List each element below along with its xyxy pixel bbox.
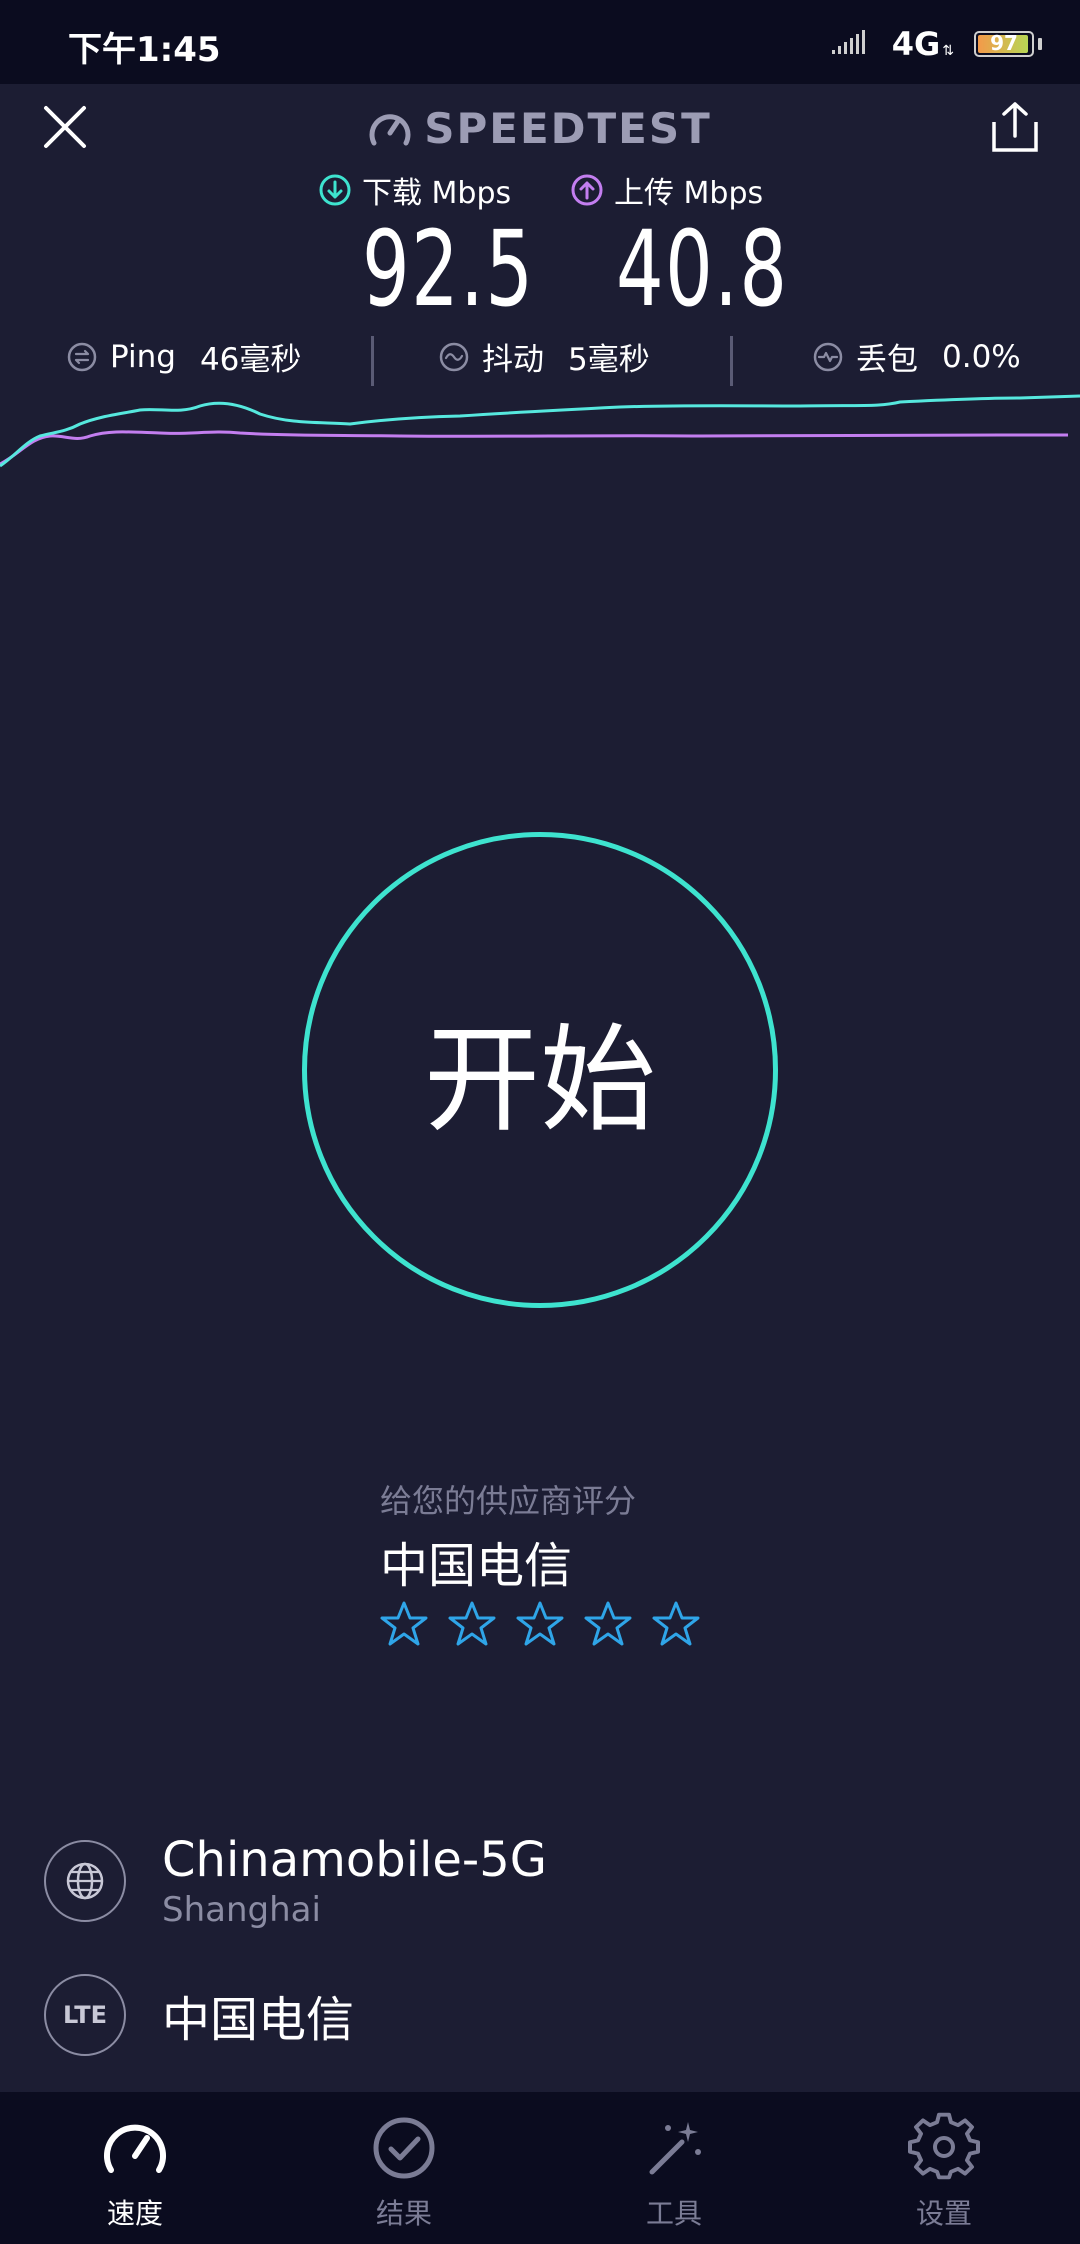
star-icon[interactable] [448, 1600, 496, 1648]
ping-icon [67, 342, 97, 371]
star-icon[interactable] [380, 1600, 428, 1648]
rating-stars [380, 1600, 780, 1648]
tab-speed[interactable]: 速度 [35, 2112, 235, 2232]
packet-loss-stat: 丢包 0.0% [812, 334, 1021, 379]
upload-graph-line [0, 430, 1068, 466]
star-icon[interactable] [584, 1600, 632, 1648]
stat-divider [371, 336, 374, 386]
check-circle-icon [373, 2117, 435, 2179]
upload-label: 上传 Mbps [570, 168, 763, 212]
upload-value: 40.8 [616, 208, 789, 330]
carrier-row[interactable]: LTE 中国电信 [44, 1974, 354, 2056]
tab-tools[interactable]: 工具 [574, 2112, 774, 2232]
battery-cap [1038, 38, 1042, 50]
tab-label: 速度 [106, 2197, 163, 2230]
status-time: 下午1:45 [68, 30, 221, 70]
server-info: Chinamobile-5G Shanghai [162, 1832, 547, 1930]
lte-icon: LTE [44, 1974, 126, 2056]
download-label: 下载 Mbps [318, 168, 511, 212]
carrier-info: 中国电信 [162, 1980, 354, 2050]
speed-graph [0, 394, 1080, 468]
upload-arrow-icon [571, 174, 603, 206]
packet-loss-icon [813, 342, 843, 371]
status-icons: 4G ⇅ 97 [831, 24, 1042, 64]
gear-icon [908, 2112, 980, 2180]
server-row[interactable]: Chinamobile-5G Shanghai [44, 1832, 547, 1930]
app-title: SPEEDTEST [0, 104, 1080, 153]
rating-section: 给您的供应商评分 中国电信 [380, 1476, 780, 1648]
star-icon[interactable] [516, 1600, 564, 1648]
server-location: Shanghai [162, 1890, 321, 1930]
stat-divider [730, 336, 733, 386]
carrier-name: 中国电信 [162, 1992, 355, 2048]
app-header: SPEEDTEST [0, 84, 1080, 184]
magic-wand-icon [649, 2122, 701, 2175]
globe-icon [44, 1840, 126, 1922]
tab-settings[interactable]: 设置 [844, 2112, 1044, 2232]
speedometer-icon [104, 2124, 166, 2173]
tab-label: 设置 [915, 2197, 972, 2230]
battery-level: 97 [990, 31, 1018, 55]
star-icon[interactable] [652, 1600, 700, 1648]
bottom-nav: 速度 结果 工具 设置 [0, 2092, 1080, 2244]
tab-results[interactable]: 结果 [304, 2112, 504, 2232]
download-graph-line [0, 394, 1080, 468]
tab-label: 结果 [375, 2197, 432, 2230]
start-button[interactable]: 开始 [302, 832, 778, 1308]
status-bar: 下午1:45 4G ⇅ 97 [0, 0, 1080, 84]
tab-label: 工具 [645, 2197, 702, 2230]
rating-prompt: 给您的供应商评分 [380, 1482, 637, 1520]
battery-icon: 97 [974, 31, 1034, 57]
signal-icon [831, 30, 865, 54]
jitter-stat: 抖动 5毫秒 [438, 334, 650, 379]
network-type: 4G ⇅ [891, 25, 954, 63]
download-arrow-icon [319, 174, 351, 206]
server-name: Chinamobile-5G [162, 1832, 547, 1888]
share-icon[interactable] [990, 100, 1040, 154]
speedometer-logo-icon [369, 114, 411, 146]
jitter-icon [439, 342, 469, 371]
ping-stat: Ping 46毫秒 [66, 334, 301, 379]
download-value: 92.5 [362, 208, 535, 330]
rating-provider: 中国电信 [380, 1538, 573, 1594]
